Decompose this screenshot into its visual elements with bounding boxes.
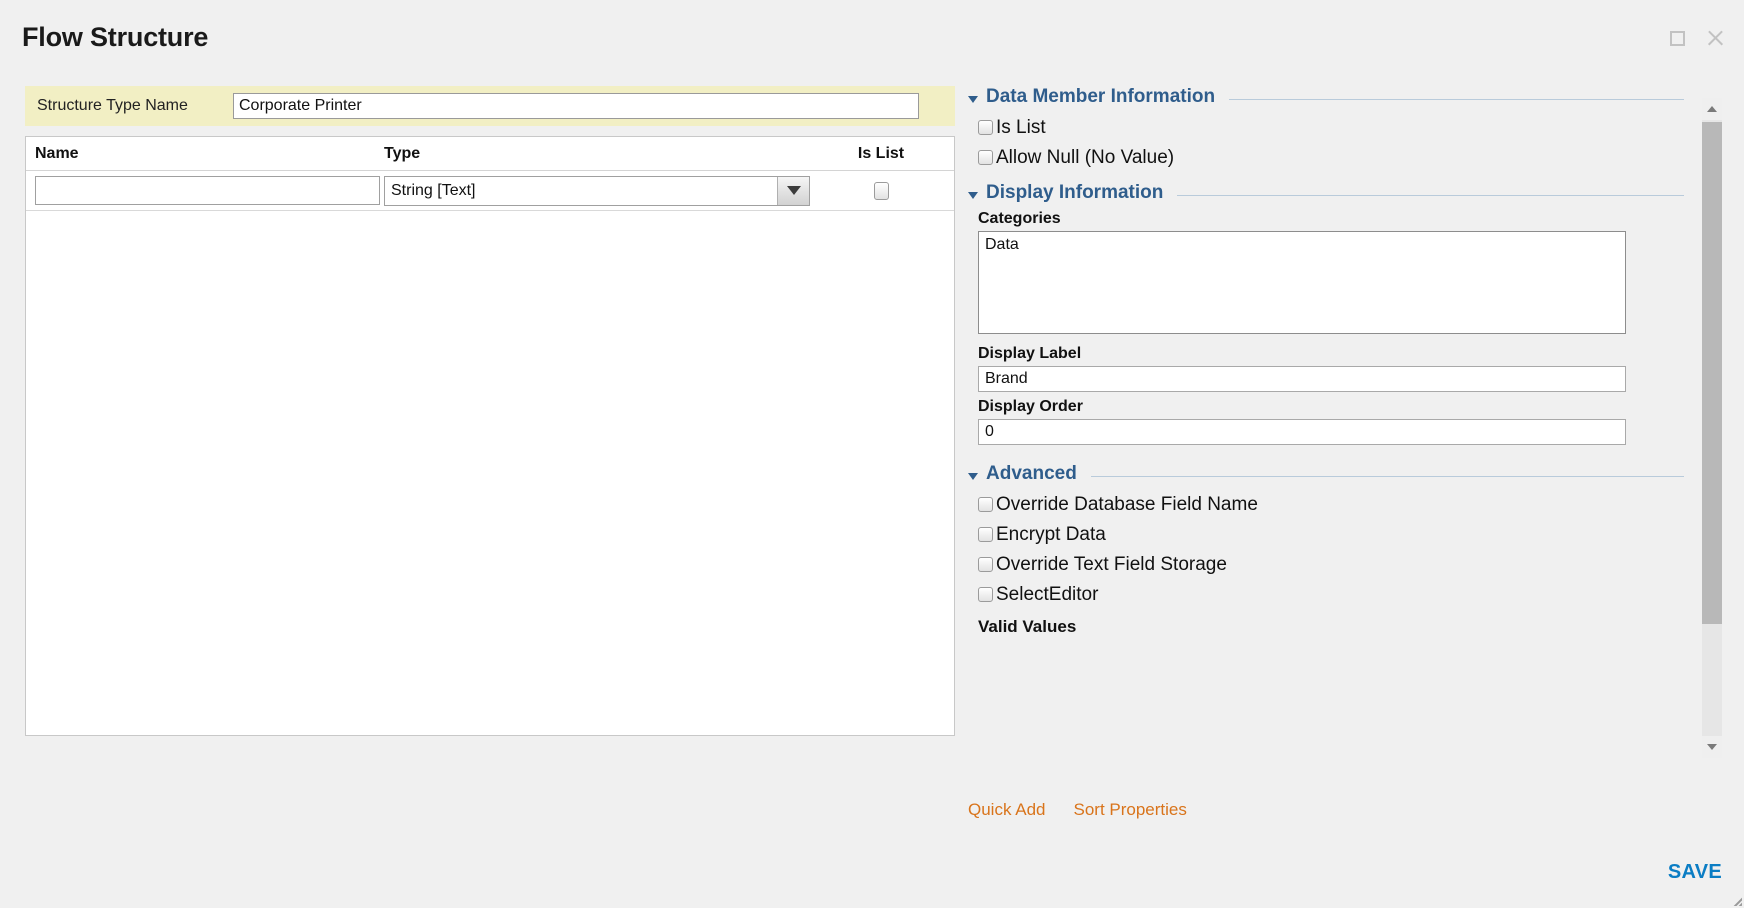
maximize-button[interactable] bbox=[1666, 27, 1688, 49]
resize-grip-handle[interactable] bbox=[1726, 890, 1742, 906]
table-row: String [Text] bbox=[26, 171, 954, 211]
display-label-input[interactable] bbox=[978, 366, 1626, 392]
column-header-is-list: Is List bbox=[857, 144, 905, 162]
sort-properties-link[interactable]: Sort Properties bbox=[1074, 800, 1187, 820]
is-list-label: Is List bbox=[996, 116, 1046, 138]
chevron-up-icon bbox=[1707, 106, 1717, 112]
encrypt-data-label: Encrypt Data bbox=[996, 523, 1106, 545]
column-header-name: Name bbox=[35, 144, 79, 162]
window-controls bbox=[1666, 27, 1726, 49]
chevron-down-icon bbox=[786, 186, 801, 195]
allow-null-label: Allow Null (No Value) bbox=[996, 146, 1175, 168]
override-database-field-name-label: Override Database Field Name bbox=[996, 493, 1258, 515]
override-text-field-storage-label: Override Text Field Storage bbox=[996, 553, 1227, 575]
quick-add-link[interactable]: Quick Add bbox=[968, 800, 1046, 820]
checkbox-row-override-text-field-storage[interactable]: Override Text Field Storage bbox=[968, 549, 1684, 579]
property-action-links: Quick Add Sort Properties bbox=[968, 800, 1187, 820]
section-title-advanced: Advanced bbox=[986, 463, 1077, 484]
section-divider bbox=[1090, 475, 1684, 477]
display-label-label: Display Label bbox=[978, 345, 1082, 362]
properties-scrollbar[interactable] bbox=[1702, 98, 1722, 758]
select-editor-checkbox[interactable] bbox=[978, 586, 993, 602]
section-display-information[interactable]: Display Information bbox=[968, 182, 1684, 204]
structure-type-name-banner: Structure Type Name bbox=[25, 86, 955, 126]
section-data-member-information[interactable]: Data Member Information bbox=[968, 86, 1684, 108]
valid-values-label: Valid Values bbox=[978, 617, 1077, 636]
page-title: Flow Structure bbox=[22, 22, 209, 52]
override-database-field-name-checkbox[interactable] bbox=[978, 496, 993, 512]
checkbox-row-select-editor[interactable]: SelectEditor bbox=[968, 579, 1684, 609]
column-header-type: Type bbox=[384, 144, 421, 162]
checkbox-row-allow-null[interactable]: Allow Null (No Value) bbox=[968, 142, 1684, 172]
properties-panel: Data Member Information Is List Allow Nu… bbox=[968, 86, 1684, 701]
members-grid: Name Type Is List String [Text] bbox=[25, 136, 955, 736]
structure-type-name-input[interactable] bbox=[233, 93, 919, 119]
section-divider bbox=[1229, 98, 1684, 100]
member-type-select[interactable]: String [Text] bbox=[384, 175, 810, 206]
section-advanced[interactable]: Advanced bbox=[968, 463, 1684, 485]
cell-type: String [Text] bbox=[384, 175, 821, 206]
dialog-title-bar: Flow Structure bbox=[0, 0, 1744, 72]
member-is-list-checkbox[interactable] bbox=[873, 181, 889, 200]
save-button[interactable]: SAVE bbox=[1668, 861, 1722, 884]
structure-editor-pane: Structure Type Name Name Type Is List St… bbox=[25, 86, 955, 736]
chevron-down-icon bbox=[1707, 744, 1717, 750]
override-text-field-storage-checkbox[interactable] bbox=[978, 556, 993, 572]
checkbox-row-encrypt-data[interactable]: Encrypt Data bbox=[968, 519, 1684, 549]
collapse-triangle-icon[interactable] bbox=[968, 191, 978, 199]
display-order-label: Display Order bbox=[978, 398, 1083, 415]
cell-is-list bbox=[821, 181, 941, 200]
members-grid-header: Name Type Is List bbox=[26, 137, 954, 171]
checkbox-row-override-database-field-name[interactable]: Override Database Field Name bbox=[968, 489, 1684, 519]
member-type-dropdown-button[interactable] bbox=[777, 176, 809, 205]
select-editor-label: SelectEditor bbox=[996, 583, 1099, 605]
categories-textarea[interactable]: Data bbox=[978, 231, 1626, 334]
member-type-selected-value: String [Text] bbox=[391, 181, 476, 199]
encrypt-data-checkbox[interactable] bbox=[978, 526, 993, 542]
checkbox-row-is-list[interactable]: Is List bbox=[968, 112, 1684, 142]
structure-type-name-label: Structure Type Name bbox=[37, 97, 188, 114]
is-list-checkbox[interactable] bbox=[978, 119, 993, 135]
scroll-up-button[interactable] bbox=[1702, 98, 1722, 120]
display-order-input[interactable] bbox=[978, 419, 1626, 445]
close-icon bbox=[1706, 29, 1725, 48]
collapse-triangle-icon[interactable] bbox=[968, 472, 978, 480]
section-title-display-information: Display Information bbox=[986, 182, 1164, 203]
close-button[interactable] bbox=[1704, 27, 1726, 49]
member-name-input[interactable] bbox=[35, 176, 380, 205]
categories-label: Categories bbox=[978, 210, 1061, 227]
flow-structure-dialog: Flow Structure Structure Type Name Name … bbox=[0, 0, 1744, 908]
section-divider bbox=[1177, 194, 1684, 196]
scrollbar-thumb[interactable] bbox=[1702, 122, 1722, 624]
cell-name bbox=[26, 176, 384, 205]
collapse-triangle-icon[interactable] bbox=[968, 95, 978, 103]
allow-null-checkbox[interactable] bbox=[978, 149, 993, 165]
maximize-icon bbox=[1669, 30, 1685, 46]
scroll-down-button[interactable] bbox=[1702, 736, 1722, 758]
section-title-data-member-information: Data Member Information bbox=[986, 86, 1216, 107]
